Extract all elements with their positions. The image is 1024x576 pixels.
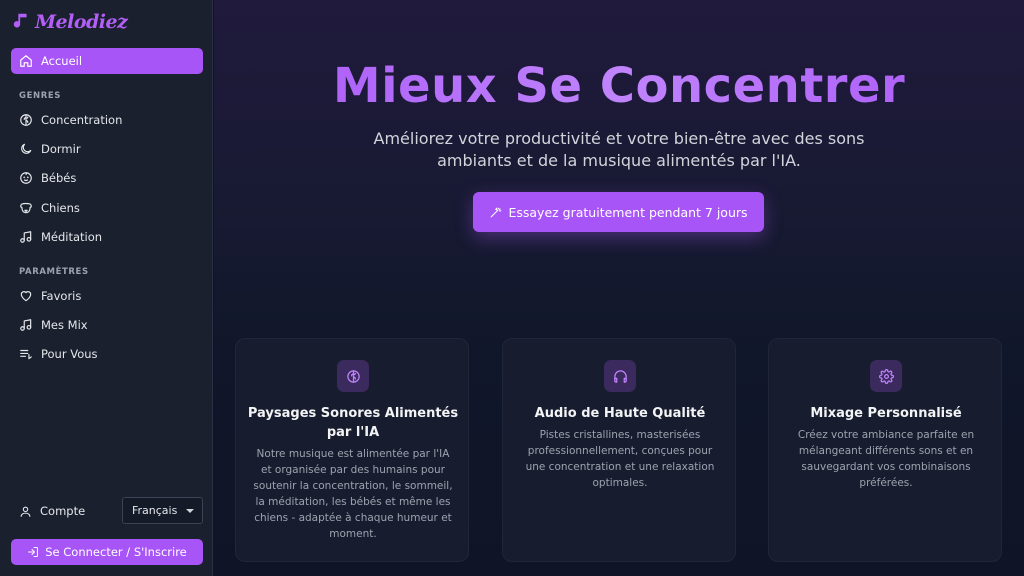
- free-trial-label: Essayez gratuitement pendant 7 jours: [508, 204, 748, 220]
- home-icon: [20, 55, 32, 67]
- sidebar-item-label: Méditation: [41, 230, 103, 244]
- hero-subtitle: Améliorez votre productivité et votre bi…: [373, 129, 865, 170]
- login-label: Se Connecter / S'Inscrire: [45, 545, 187, 559]
- feature-card-ai: Paysages Sonores Alimentés par l'IA Notr…: [235, 338, 469, 562]
- feature-text: Notre musique est alimentée par l'IA et …: [253, 448, 453, 540]
- music-note-icon: [20, 231, 32, 243]
- feature-title: Mixage Personnalisé: [810, 406, 962, 421]
- logo[interactable]: Melodiez: [11, 9, 128, 35]
- sidebar-item-label: Accueil: [41, 54, 83, 68]
- language-select[interactable]: Français: [122, 497, 203, 524]
- brain-icon: [346, 369, 360, 383]
- sidebar-item-mes-mix[interactable]: Mes Mix: [11, 312, 203, 338]
- sidebar-item-dormir[interactable]: Dormir: [11, 136, 203, 162]
- magic-wand-icon: [491, 207, 502, 217]
- card-icon-box: [337, 360, 369, 392]
- login-icon: [28, 547, 39, 557]
- sidebar-item-label: Concentration: [41, 113, 123, 127]
- settings-section-title: PARAMÈTRES: [19, 267, 89, 277]
- feature-text: Créez votre ambiance parfaite en mélange…: [797, 429, 975, 489]
- chevron-down-icon: [186, 508, 194, 513]
- sidebar-item-meditation[interactable]: Méditation: [11, 224, 203, 250]
- moon-icon: [21, 143, 32, 154]
- sidebar: Melodiez Accueil GENRES Concentration Do…: [0, 0, 213, 576]
- headphones-icon: [613, 369, 627, 383]
- sidebar-item-label: Mes Mix: [41, 318, 88, 332]
- playlist-icon: [20, 349, 32, 360]
- logo-text: Melodiez: [35, 11, 128, 33]
- music-note-icon: [20, 319, 32, 331]
- sidebar-item-accueil[interactable]: Accueil: [11, 48, 203, 74]
- main-content: Mieux Se Concentrer Améliorez votre prod…: [214, 0, 1024, 576]
- music-note-logo-icon: [13, 13, 27, 28]
- sidebar-item-label: Chiens: [41, 201, 80, 215]
- sidebar-item-label: Pour Vous: [41, 347, 98, 361]
- free-trial-button[interactable]: Essayez gratuitement pendant 7 jours: [473, 192, 764, 232]
- user-icon: [20, 506, 31, 517]
- feature-title: Paysages Sonores Alimentés par l'IA: [247, 406, 459, 440]
- sidebar-item-label: Favoris: [41, 289, 82, 303]
- sidebar-item-label: Bébés: [41, 171, 77, 185]
- page-title: Mieux Se Concentrer: [214, 58, 1024, 114]
- heart-icon: [20, 291, 32, 302]
- card-icon-box: [604, 360, 636, 392]
- sidebar-item-favoris[interactable]: Favoris: [11, 283, 203, 309]
- feature-card-audio: Audio de Haute Qualité Pistes cristallin…: [502, 338, 736, 562]
- language-value: Français: [132, 504, 178, 517]
- card-icon-box: [870, 360, 902, 392]
- feature-card-mix: Mixage Personnalisé Créez votre ambiance…: [768, 338, 1002, 562]
- feature-title: Audio de Haute Qualité: [534, 406, 706, 421]
- dog-icon: [20, 202, 32, 214]
- brain-icon: [20, 114, 32, 126]
- login-button[interactable]: Se Connecter / S'Inscrire: [11, 539, 203, 565]
- sidebar-item-chiens[interactable]: Chiens: [11, 195, 203, 221]
- feature-text: Pistes cristallines, masterisées profess…: [525, 429, 715, 489]
- sidebar-item-concentration[interactable]: Concentration: [11, 107, 203, 133]
- sidebar-item-pour-vous[interactable]: Pour Vous: [11, 341, 203, 367]
- genres-section-title: GENRES: [19, 91, 61, 101]
- gear-icon: [878, 368, 894, 384]
- sidebar-item-bebes[interactable]: Bébés: [11, 165, 203, 191]
- account-link[interactable]: Compte: [19, 503, 85, 519]
- sidebar-item-label: Dormir: [41, 142, 81, 156]
- baby-icon: [20, 172, 32, 184]
- account-label: Compte: [40, 504, 86, 518]
